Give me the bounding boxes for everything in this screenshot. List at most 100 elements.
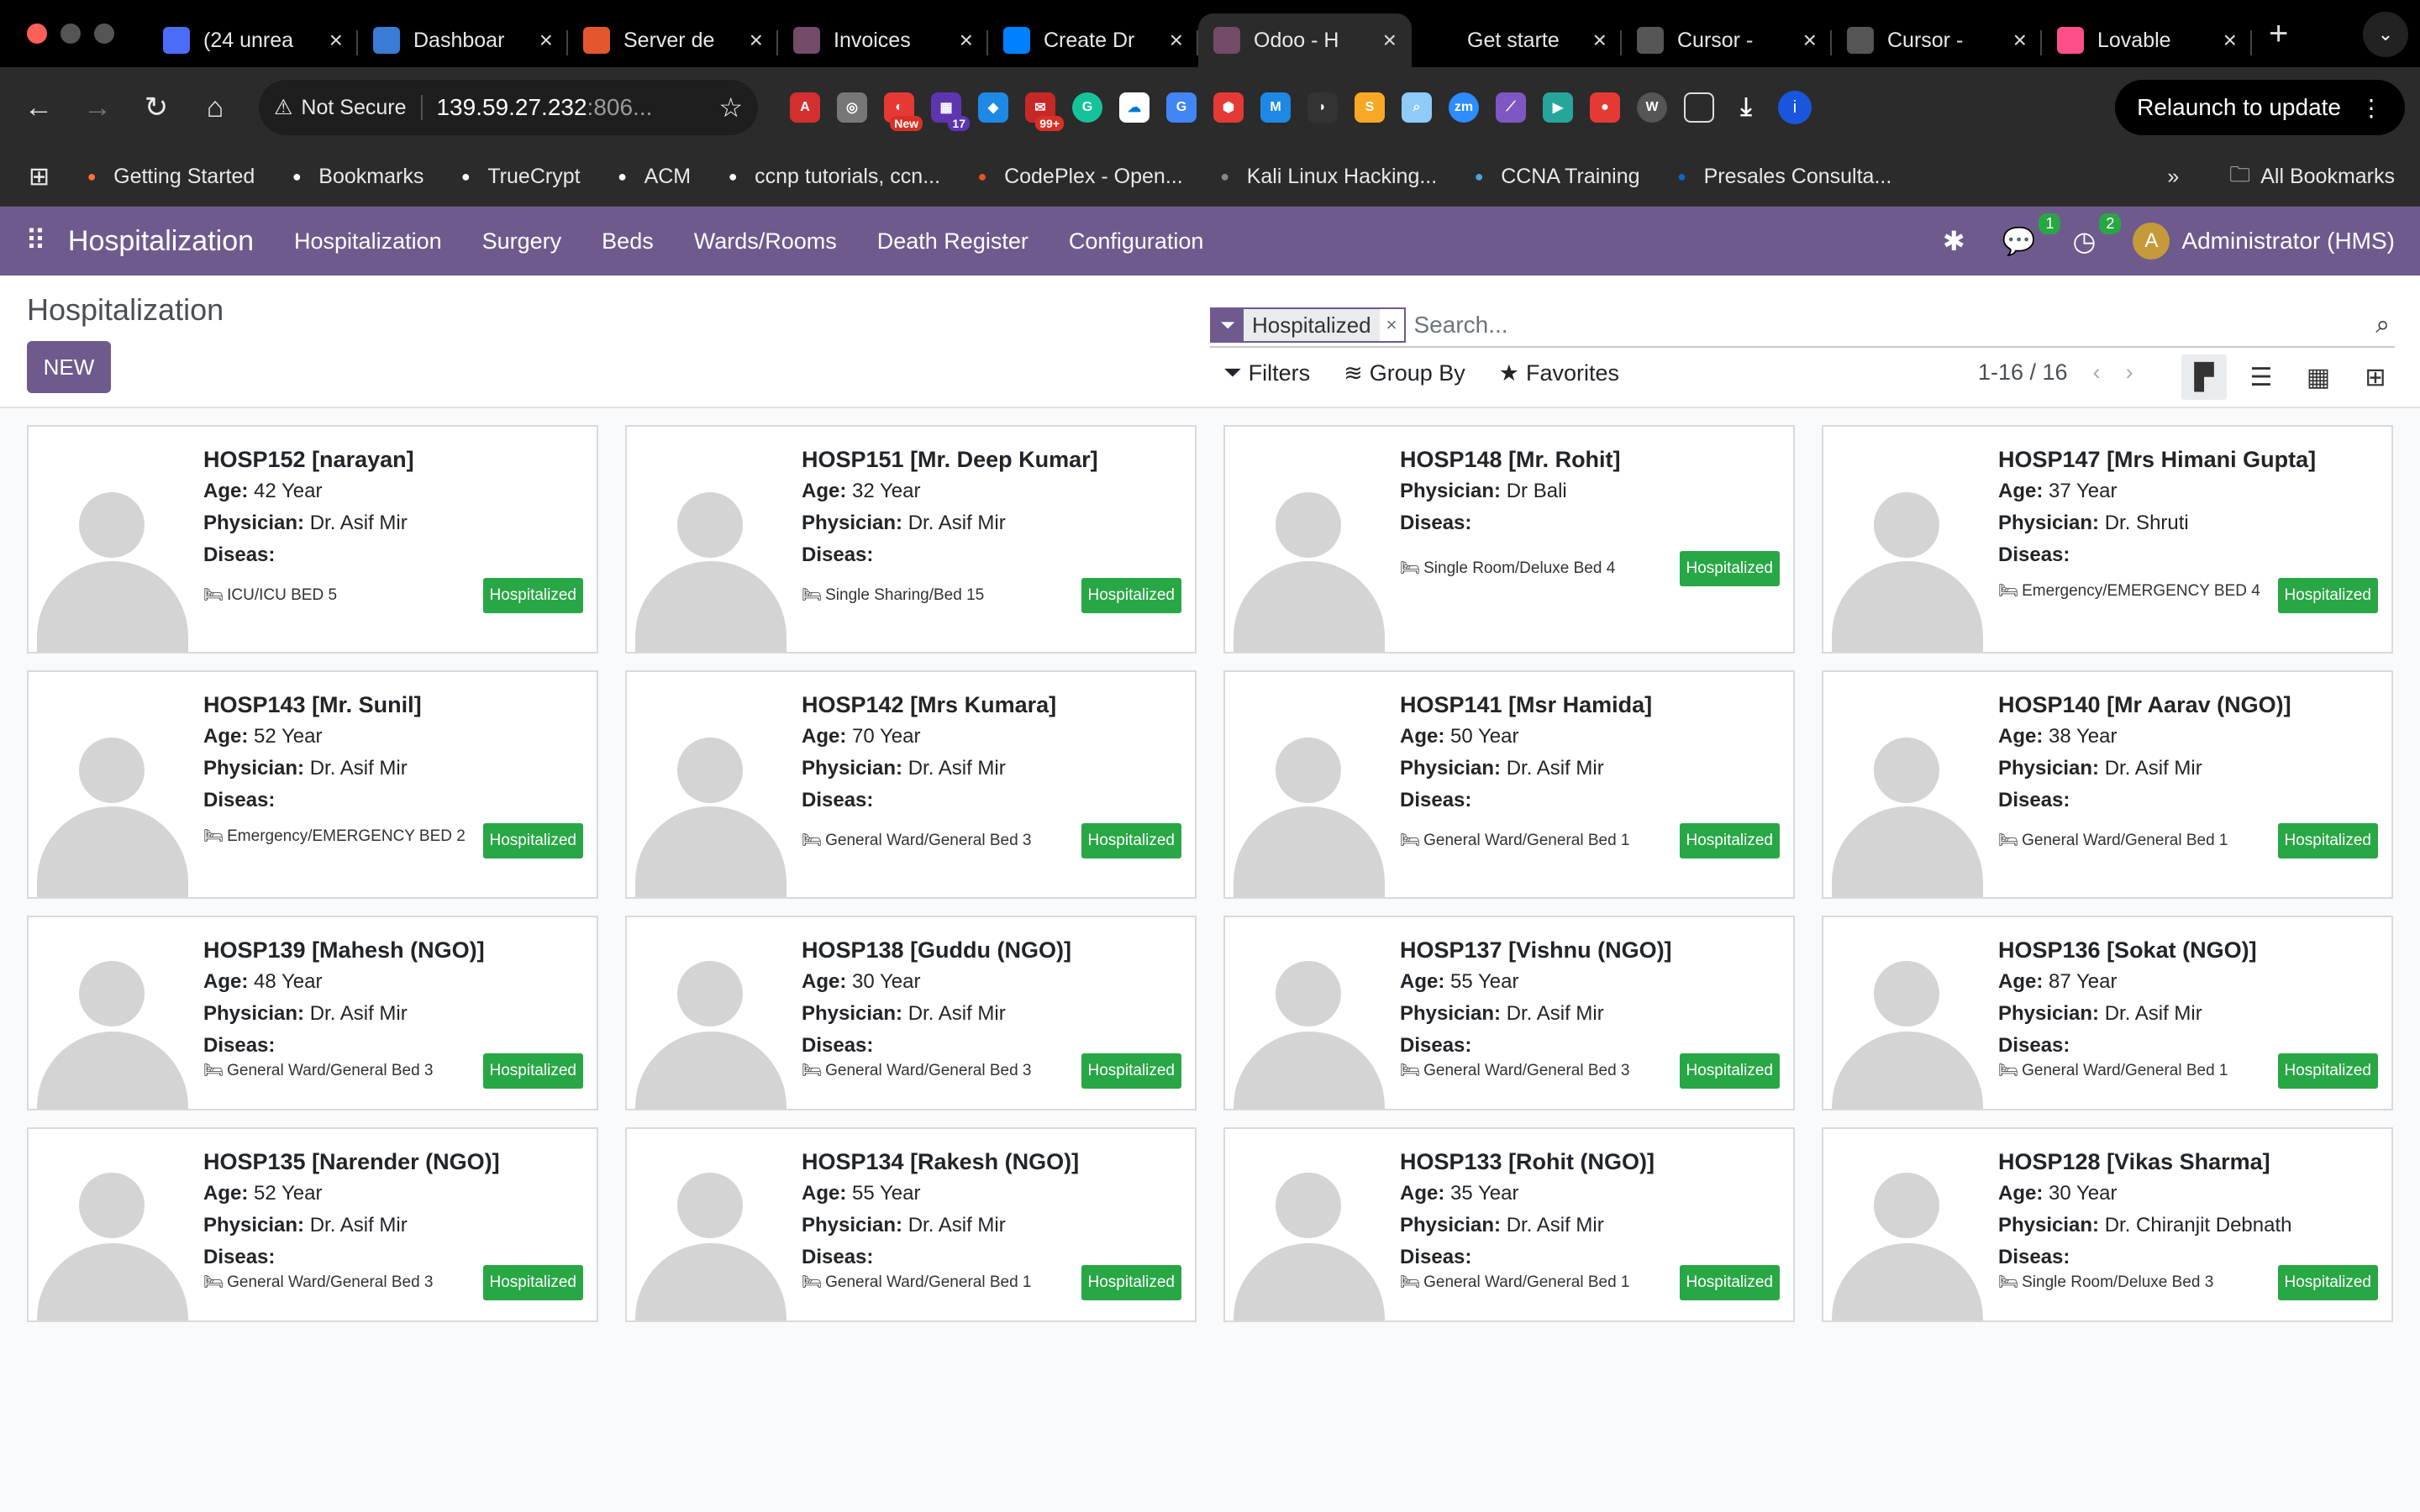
close-tab-icon[interactable]: × bbox=[1170, 27, 1183, 54]
search-input[interactable] bbox=[1413, 312, 2376, 339]
calendar-extension-icon[interactable]: ▦ 17 bbox=[931, 92, 970, 131]
wordpress-icon[interactable]: W bbox=[1637, 92, 1667, 123]
bookmark-item[interactable]: ● Kali Linux Hacking... bbox=[1213, 165, 1437, 189]
pager-value[interactable]: 1-16 / 16 bbox=[1978, 360, 2068, 386]
cloud-icon[interactable]: ☁ bbox=[1119, 92, 1150, 123]
kanban-card[interactable]: HOSP148 [Mr. Rohit] Physician: Dr Bali Dis… bbox=[1223, 425, 1795, 654]
seo-extension-icon[interactable]: S bbox=[1355, 92, 1385, 123]
reload-icon[interactable]: ↻ bbox=[133, 84, 180, 131]
profile-avatar[interactable]: i bbox=[1778, 91, 1812, 124]
kanban-card[interactable]: HOSP140 [Mr Aarav (NGO)] Age: 38 Year Phys… bbox=[1822, 670, 2393, 899]
groupby-button[interactable]: ≋ Group By bbox=[1344, 360, 1465, 386]
new-extension-icon[interactable]: ◐ New bbox=[884, 92, 923, 131]
pivot-view-icon[interactable]: ⊞ bbox=[2353, 354, 2398, 400]
browser-tab[interactable]: Invoices × bbox=[778, 13, 988, 67]
kanban-card[interactable]: HOSP141 [Msr Hamida] Age: 50 Year Physicia… bbox=[1223, 670, 1795, 899]
zoom-extension-icon[interactable]: zm bbox=[1449, 92, 1479, 123]
close-window-button[interactable] bbox=[27, 24, 47, 44]
kanban-card[interactable]: HOSP152 [narayan] Age: 42 Year Physician: … bbox=[27, 425, 598, 654]
kanban-card[interactable]: HOSP135 [Narender (NGO)] Age: 52 Year Phys… bbox=[27, 1127, 598, 1322]
search-icon[interactable]: ⌕ bbox=[2375, 311, 2395, 339]
close-tab-icon[interactable]: × bbox=[1803, 27, 1817, 54]
close-tab-icon[interactable]: × bbox=[2013, 27, 2027, 54]
url-text[interactable]: 139.59.27.232:806... bbox=[436, 94, 705, 121]
bookmark-item[interactable]: ● Getting Started bbox=[80, 165, 255, 189]
m-extension-icon[interactable]: M bbox=[1260, 92, 1291, 123]
zoom-window-button[interactable] bbox=[94, 24, 114, 44]
arrow-extension-icon[interactable]: ▶ bbox=[1543, 92, 1573, 123]
browser-tab[interactable]: Get starte × bbox=[1412, 13, 1622, 67]
search-ext-icon[interactable]: ⌕ bbox=[1402, 92, 1432, 123]
location-extension-icon[interactable]: ● bbox=[1590, 92, 1620, 123]
close-tab-icon[interactable]: × bbox=[750, 27, 763, 54]
bug-icon[interactable]: ✱ bbox=[1943, 225, 1965, 257]
forward-arrow-icon[interactable]: → bbox=[74, 84, 121, 131]
kanban-card[interactable]: HOSP134 [Rakesh (NGO)] Age: 55 Year Physic… bbox=[625, 1127, 1197, 1322]
clock-activity-icon[interactable]: ◷ 2 bbox=[2072, 213, 2122, 257]
feather-extension-icon[interactable]: ⟋ bbox=[1496, 92, 1526, 123]
shield-extension-icon[interactable]: ⬢ bbox=[1213, 92, 1244, 123]
menu-item[interactable]: Wards/Rooms bbox=[694, 228, 837, 255]
grammarly-icon[interactable]: G bbox=[1072, 92, 1102, 123]
kanban-card[interactable]: HOSP147 [Mrs Himani Gupta] Age: 37 Year Ph… bbox=[1822, 425, 2393, 654]
kanban-card[interactable]: HOSP142 [Mrs Kumara] Age: 70 Year Physicia… bbox=[625, 670, 1197, 899]
browser-tab[interactable]: Dashboar × bbox=[358, 13, 568, 67]
ext-icon-2[interactable]: ◎ bbox=[837, 92, 867, 123]
apps-menu-icon[interactable]: ⠿ bbox=[25, 224, 46, 258]
user-menu[interactable]: A Administrator (HMS) bbox=[2133, 223, 2395, 260]
kanban-card[interactable]: HOSP139 [Mahesh (NGO)] Age: 48 Year Physic… bbox=[27, 916, 598, 1110]
close-tab-icon[interactable]: × bbox=[1593, 27, 1607, 54]
apps-grid-icon[interactable]: ⊞ bbox=[29, 162, 50, 192]
pager-next-icon[interactable]: › bbox=[2126, 360, 2133, 386]
security-indicator[interactable]: ⚠ Not Secure bbox=[274, 95, 424, 120]
chat-icon[interactable]: 💬 1 bbox=[2002, 213, 2061, 257]
all-bookmarks-button[interactable]: 🗀 All Bookmarks bbox=[2229, 159, 2395, 195]
menu-item[interactable]: Beds bbox=[602, 228, 654, 255]
minimize-window-button[interactable] bbox=[60, 24, 81, 44]
address-bar[interactable]: ⚠ Not Secure 139.59.27.232:806... ☆ bbox=[259, 80, 758, 135]
moon-extension-icon[interactable]: ◗ bbox=[1307, 92, 1338, 123]
back-arrow-icon[interactable]: ← bbox=[15, 84, 62, 131]
favorites-button[interactable]: ★ Favorites bbox=[1499, 360, 1619, 386]
close-tab-icon[interactable]: × bbox=[2223, 27, 2237, 54]
close-tab-icon[interactable]: × bbox=[539, 27, 553, 54]
puzzle-extensions-icon[interactable] bbox=[1684, 92, 1714, 123]
bookmark-star-icon[interactable]: ☆ bbox=[718, 92, 743, 123]
download-icon[interactable]: ⤓ bbox=[1731, 92, 1761, 123]
bookmark-item[interactable]: ● ccnp tutorials, ccn... bbox=[721, 165, 940, 189]
kanban-card[interactable]: HOSP137 [Vishnu (NGO)] Age: 55 Year Physic… bbox=[1223, 916, 1795, 1110]
browser-tab[interactable]: Lovable × bbox=[2042, 13, 2252, 67]
bookmark-item[interactable]: ● CCNA Training bbox=[1467, 165, 1640, 189]
browser-tab[interactable]: Server de × bbox=[568, 13, 778, 67]
kanban-card[interactable]: HOSP151 [Mr. Deep Kumar] Age: 32 Year Phys… bbox=[625, 425, 1197, 654]
menu-item[interactable]: Configuration bbox=[1069, 228, 1204, 255]
remove-facet-icon[interactable]: × bbox=[1380, 314, 1404, 336]
home-icon[interactable]: ⌂ bbox=[192, 84, 239, 131]
menu-item[interactable]: Hospitalization bbox=[294, 228, 442, 255]
kanban-card[interactable]: HOSP138 [Guddu (NGO)] Age: 30 Year Physici… bbox=[625, 916, 1197, 1110]
new-tab-plus-icon[interactable]: + bbox=[2252, 15, 2305, 53]
browser-tab[interactable]: Cursor - × bbox=[1832, 13, 2042, 67]
kanban-view-icon[interactable]: ▛ bbox=[2181, 354, 2227, 400]
app-brand[interactable]: Hospitalization bbox=[68, 225, 254, 258]
mail-extension-icon[interactable]: ✉ 99+ bbox=[1025, 92, 1064, 131]
more-bookmarks-chevron-icon[interactable]: » bbox=[2167, 165, 2179, 189]
menu-item[interactable]: Surgery bbox=[482, 228, 562, 255]
close-tab-icon[interactable]: × bbox=[329, 27, 343, 54]
tag-extension-icon[interactable]: ◆ bbox=[978, 92, 1008, 123]
bookmark-item[interactable]: ● CodePlex - Open... bbox=[971, 165, 1183, 189]
close-tab-icon[interactable]: × bbox=[960, 27, 973, 54]
calendar-view-icon[interactable]: ▦ bbox=[2296, 354, 2341, 400]
list-view-icon[interactable]: ☰ bbox=[2238, 354, 2284, 400]
filters-button[interactable]: ⏷ Filters bbox=[1223, 360, 1310, 386]
new-button[interactable]: NEW bbox=[27, 341, 111, 393]
browser-tab[interactable]: Odoo - H × bbox=[1198, 13, 1412, 67]
pager-prev-icon[interactable]: ‹ bbox=[2093, 360, 2101, 386]
translate-icon[interactable]: G bbox=[1166, 92, 1197, 123]
relaunch-button[interactable]: Relaunch to update ⋮ bbox=[2115, 80, 2405, 135]
bookmark-item[interactable]: ● Presales Consulta... bbox=[1670, 165, 1891, 189]
close-tab-icon[interactable]: × bbox=[1383, 27, 1397, 54]
tab-search-chevron-icon[interactable]: ⌄ bbox=[2363, 12, 2408, 57]
bookmark-item[interactable]: ● ACM bbox=[611, 165, 691, 189]
bookmark-item[interactable]: ● Bookmarks bbox=[285, 165, 424, 189]
